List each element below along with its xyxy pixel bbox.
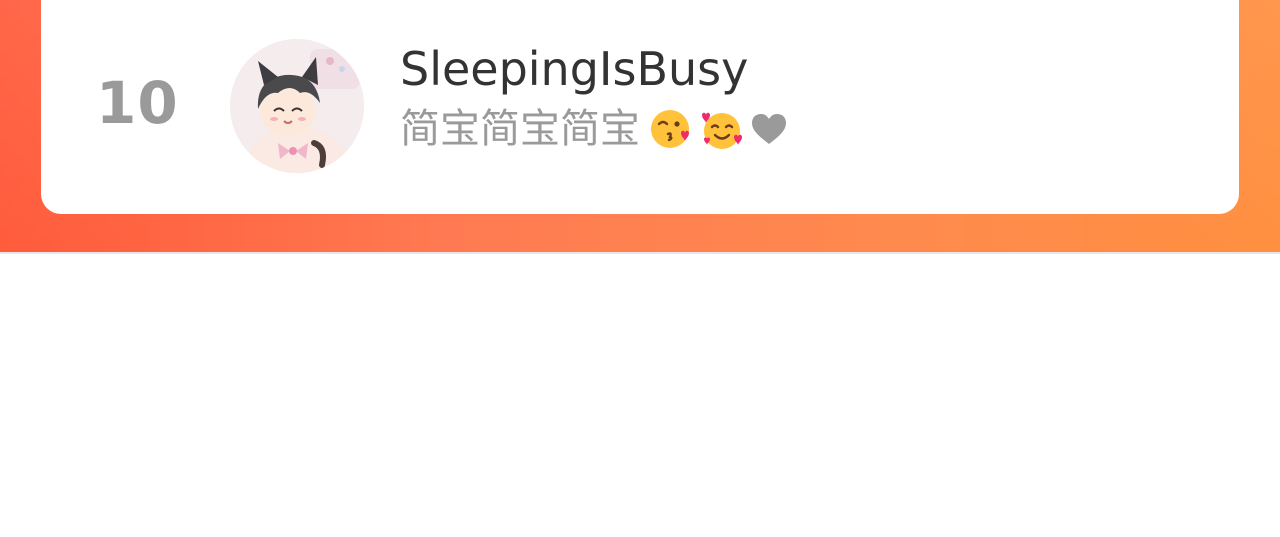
avatar[interactable] bbox=[230, 39, 364, 173]
kissing-face-icon bbox=[648, 107, 692, 151]
section-divider bbox=[0, 252, 1280, 254]
avatar-image bbox=[230, 39, 364, 173]
user-bio: 简宝简宝简宝 bbox=[400, 104, 788, 154]
username[interactable]: SleepingIsBusy bbox=[400, 42, 748, 97]
smiling-face-with-hearts-icon bbox=[700, 107, 744, 151]
bio-text: 简宝简宝简宝 bbox=[400, 106, 640, 152]
grey-heart-icon bbox=[750, 112, 788, 146]
rank-number: 10 bbox=[96, 69, 179, 137]
